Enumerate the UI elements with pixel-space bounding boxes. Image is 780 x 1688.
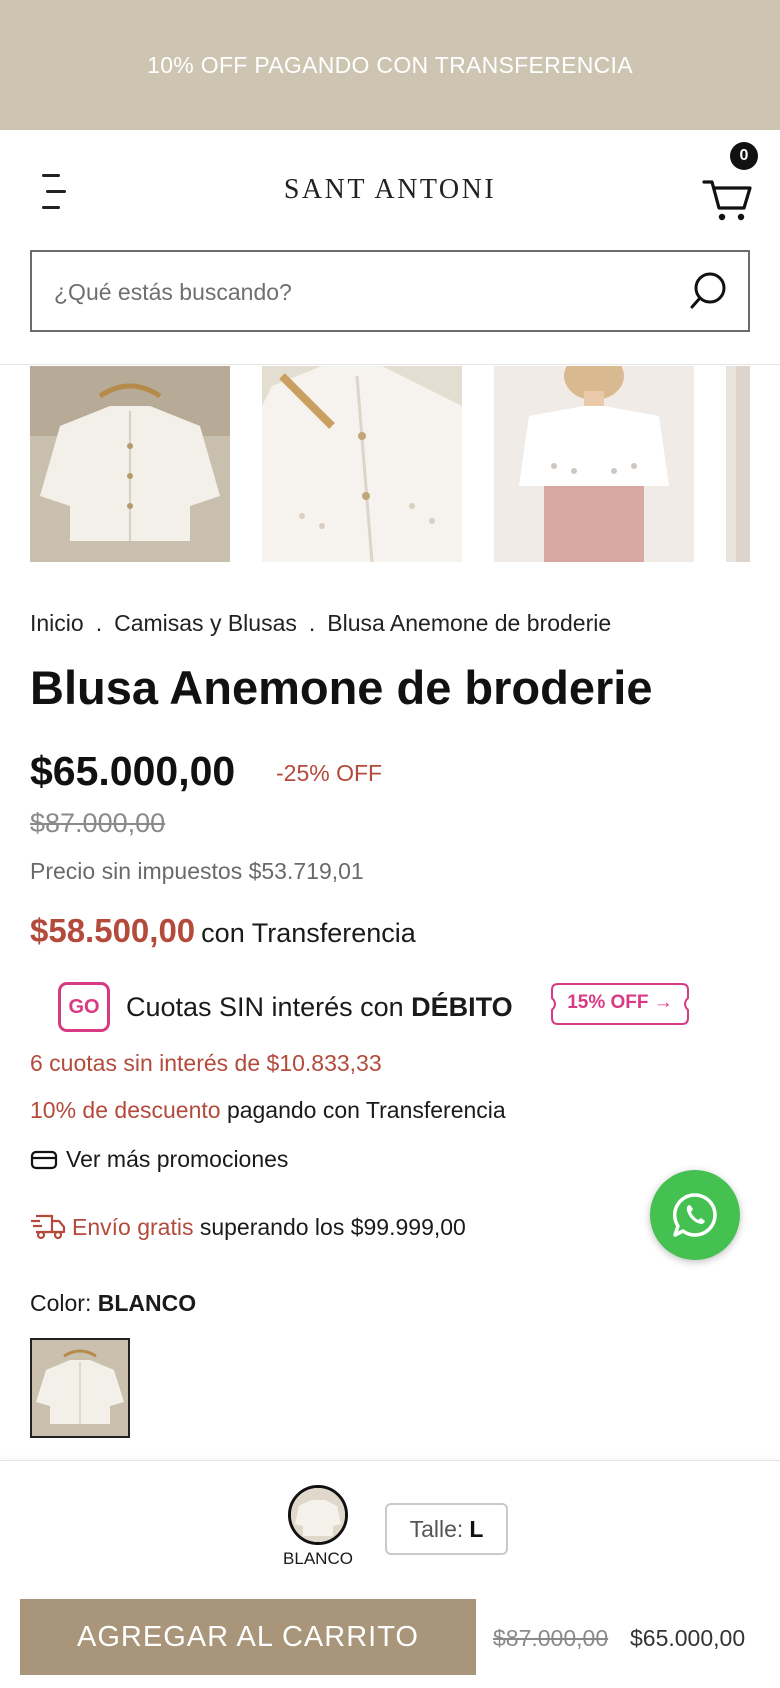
add-to-cart-button[interactable]: AGREGAR AL CARRITO	[20, 1599, 476, 1675]
go-discount-tag: 15% OFF →	[550, 982, 690, 1026]
discount-badge: -25% OFF	[276, 760, 383, 786]
transfer-label: con Transferencia	[201, 918, 416, 948]
selected-size: L	[469, 1515, 484, 1542]
transfer-price: $58.500,00	[30, 912, 196, 949]
breadcrumb-current: Blusa Anemone de broderie	[327, 610, 612, 636]
product-gallery	[0, 366, 780, 562]
breadcrumb-link-category[interactable]: Camisas y Blusas	[114, 610, 297, 636]
go-discount-tag-text: 15% OFF →	[567, 992, 673, 1013]
search-input[interactable]	[54, 272, 654, 312]
search-icon[interactable]	[688, 270, 730, 312]
breadcrumb-link-inicio[interactable]: Inicio	[30, 610, 84, 636]
whatsapp-icon	[672, 1193, 717, 1237]
search-bar	[30, 250, 750, 332]
more-promotions-label: Ver más promociones	[66, 1146, 289, 1172]
selected-color-swatch[interactable]	[288, 1485, 348, 1545]
color-label: Color: BLANCO	[30, 1290, 197, 1316]
sticky-compare-price: $87.000,00	[493, 1625, 609, 1651]
color-swatch-blanco[interactable]	[30, 1338, 130, 1438]
product-title: Blusa Anemone de broderie	[30, 661, 653, 714]
promo-banner: 10% OFF PAGANDO CON TRANSFERENCIA	[0, 0, 780, 130]
sticky-add-to-cart-bar: BLANCO Talle: L AGREGAR AL CARRITO $87.00…	[0, 1460, 780, 1688]
cart-count-badge: 0	[730, 142, 758, 170]
breadcrumb: Inicio. Camisas y Blusas. Blusa Anemone de…	[30, 610, 611, 637]
compare-price: $87.000,00	[30, 808, 166, 838]
go-promo-text: Cuotas SIN interés con DÉBITO	[126, 992, 513, 1022]
gallery-image[interactable]	[262, 366, 462, 562]
breadcrumb-separator: .	[308, 610, 316, 636]
breadcrumb-separator: .	[95, 610, 103, 636]
size-selector-button[interactable]: Talle: L	[385, 1503, 508, 1555]
gallery-image[interactable]	[726, 366, 750, 562]
promo-banner-text: 10% OFF PAGANDO CON TRANSFERENCIA	[147, 51, 633, 78]
credit-card-icon	[30, 1149, 58, 1177]
delivery-truck-icon	[30, 1211, 66, 1247]
selected-color-label: BLANCO	[283, 1549, 353, 1568]
sticky-price: $65.000,00	[630, 1625, 746, 1651]
whatsapp-button[interactable]	[650, 1170, 740, 1260]
go-promo-bold: DÉBITO	[411, 992, 513, 1022]
more-promotions-link[interactable]: Ver más promociones	[30, 1146, 288, 1177]
brand-logo[interactable]: SANT ANTONI	[0, 174, 780, 206]
shopping-cart-icon[interactable]	[700, 170, 756, 226]
selected-color: BLANCO	[97, 1290, 197, 1316]
go-logo-icon: GO	[58, 982, 110, 1032]
product-price: $65.000,00	[30, 748, 236, 794]
gallery-image[interactable]	[494, 366, 694, 562]
transfer-discount-info: 10% de descuento pagando con Transferenc…	[30, 1097, 506, 1123]
price-without-taxes: Precio sin impuestos $53.719,01	[30, 858, 364, 884]
free-shipping-info: Envío gratis superando los $99.999,00	[30, 1211, 466, 1247]
gallery-image[interactable]	[30, 366, 230, 562]
transfer-price-row: $58.500,00 con Transferencia	[30, 912, 416, 950]
installments-info: 6 cuotas sin interés de $10.833,33	[30, 1050, 382, 1076]
